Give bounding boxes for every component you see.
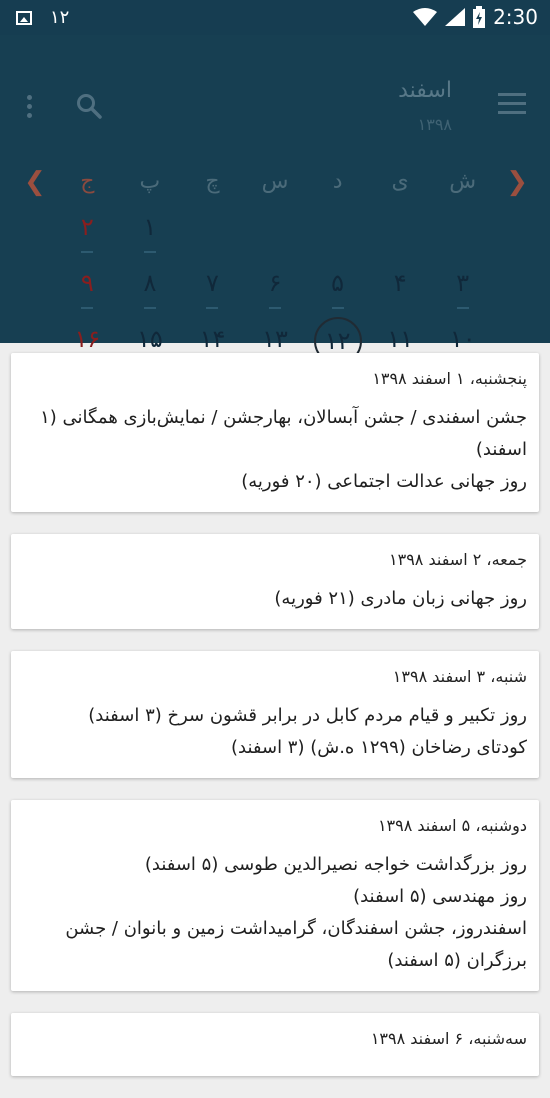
event-card[interactable]: پنجشنبه، ۱ اسفند ۱۳۹۸ جشن اسفندی / جشن آب… [11,353,539,512]
calendar-header: اسفند ۱۳۹۸ ❮ ❯ شیدسچپج ۱ ۲ ۳ ۴ ۵ ۶ ۷ ۸ ۹ ۱۰ ۱۱ ۱۲ ۱۳… [0,35,550,365]
event-title: روز جهانی عدالت اجتماعی (۲۰ فوریه) [241,471,527,492]
calendar-day[interactable]: ۲ [56,213,119,269]
image-notification-icon [16,10,32,25]
weekday-header: شیدسچپج [56,169,494,199]
event-date: دوشنبه، ۵ اسفند ۱۳۹۸ [377,816,527,835]
calendar-day[interactable]: ۴ [369,269,432,325]
weekday-label: ج [80,169,95,194]
status-bar: ۱۲ 2:30 [0,0,550,35]
status-time: 2:30 [493,5,538,29]
weekday-label: س [261,169,289,194]
weekday-label: پ [139,169,161,194]
calendar-day[interactable]: ۱ [119,213,182,269]
battery-icon [473,6,486,28]
event-card[interactable]: جمعه، ۲ اسفند ۱۳۹۸ روز جهانی زبان مادری (… [11,534,539,629]
event-card[interactable]: سه‌شنبه، ۶ اسفند ۱۳۹۸ [11,1013,539,1076]
year-title: ۱۳۹۸ [417,115,452,134]
event-date: پنجشنبه، ۱ اسفند ۱۳۹۸ [372,369,527,388]
signal-icon [445,8,466,26]
calendar-day[interactable]: ۳ [431,269,494,325]
calendar-day[interactable]: ۷ [181,269,244,325]
calendar-day[interactable]: ۹ [56,269,119,325]
weekday-label: ی [391,169,409,194]
event-title: کودتای رضاخان (۱۲۹۹ ه.ش) (۳ اسفند) [230,737,527,758]
overflow-menu-icon[interactable] [27,95,33,121]
event-card[interactable]: دوشنبه، ۵ اسفند ۱۳۹۸ روز بزرگداشت خواجه ن… [11,800,539,991]
calendar-day[interactable]: ۸ [119,269,182,325]
next-month-icon[interactable]: ❮ [24,167,46,197]
weekday-label: ش [449,169,477,194]
menu-icon[interactable] [498,93,526,115]
search-icon[interactable] [76,93,102,119]
event-title: روز جهانی زبان مادری (۲۱ فوریه) [274,588,527,609]
event-title: روز بزرگداشت خواجه نصیرالدین طوسی (۵ اسف… [144,854,527,875]
weekday-label: د [332,169,343,194]
event-card[interactable]: شنبه، ۳ اسفند ۱۳۹۸ روز تکبیر و قیام مردم … [11,651,539,778]
calendar-day [431,213,494,269]
event-date: سه‌شنبه، ۶ اسفند ۱۳۹۸ [370,1029,527,1048]
event-title: روز مهندسی (۵ اسفند) [353,886,527,907]
notification-count: ۱۲ [50,7,70,28]
event-date: جمعه، ۲ اسفند ۱۳۹۸ [389,550,527,569]
calendar-day[interactable]: ۶ [244,269,307,325]
event-title: اسفندروز، جشن اسفندگان، گرامیداشت زمین و… [65,918,527,971]
calendar-day [369,213,432,269]
weekday-label: چ [205,169,220,194]
calendar-day [181,213,244,269]
calendar-week: ۱۲ [56,213,494,269]
calendar-week: ۳۴۵۶۷۸۹ [56,269,494,325]
month-title[interactable]: اسفند [398,78,452,103]
event-title: روز تکبیر و قیام مردم کابل در برابر قشون… [88,705,527,726]
previous-month-icon[interactable]: ❯ [506,167,528,197]
events-list: پنجشنبه، ۱ اسفند ۱۳۹۸ جشن اسفندی / جشن آب… [11,353,539,1098]
event-date: شنبه، ۳ اسفند ۱۳۹۸ [392,667,527,686]
event-title: جشن اسفندی / جشن آبسالان، بهارجشن / نمای… [40,407,527,460]
calendar-day [306,213,369,269]
calendar-day [244,213,307,269]
wifi-icon [413,8,438,26]
